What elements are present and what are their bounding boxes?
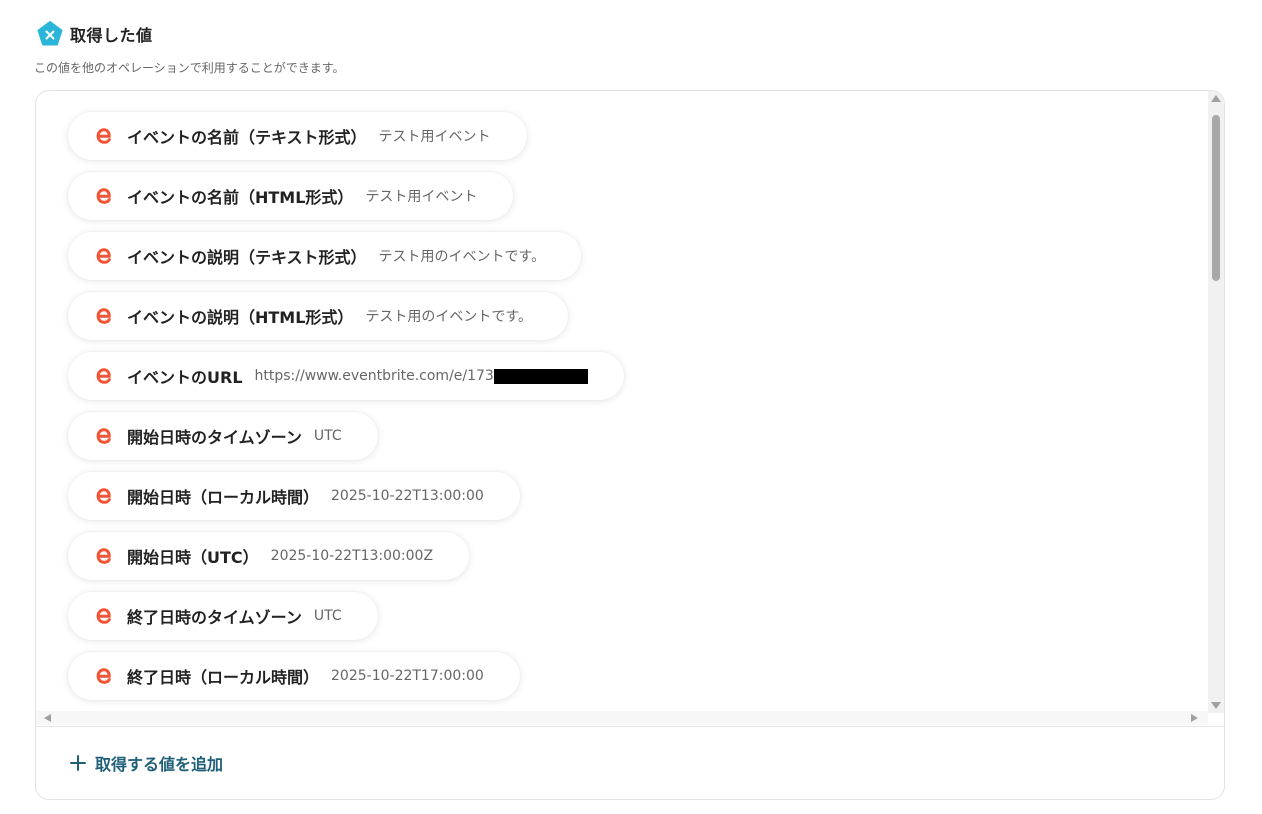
vertical-scrollbar[interactable] xyxy=(1208,91,1224,713)
values-panel: イベントの名前（テキスト形式） テスト用イベント イベントの名前（HTML形式）… xyxy=(35,90,1225,800)
value-chip-event-description-text[interactable]: イベントの説明（テキスト形式） テスト用のイベントです。 xyxy=(68,232,582,280)
value-chip-start-local[interactable]: 開始日時（ローカル時間） 2025-10-22T13:00:00 xyxy=(68,472,520,520)
scroll-up-arrow-icon[interactable] xyxy=(1211,95,1221,102)
value-text: 2025-10-22T13:00:00 xyxy=(331,488,484,504)
value-text: テスト用のイベントです。 xyxy=(365,309,533,325)
value-text: 2025-10-22T17:00:00 xyxy=(331,668,484,684)
plus-icon xyxy=(70,755,86,771)
scroll-right-arrow-icon[interactable] xyxy=(1191,714,1198,722)
value-label: イベントの説明（HTML形式） xyxy=(127,308,354,327)
value-label: イベントの名前（HTML形式） xyxy=(127,188,354,207)
section-subtitle: この値を他のオペレーションで利用することができます。 xyxy=(34,61,345,75)
value-label: イベントの名前（テキスト形式） xyxy=(127,128,367,147)
value-label: 終了日時（ローカル時間） xyxy=(127,668,320,687)
panel-divider xyxy=(36,726,1224,727)
value-text: 2025-10-22T13:00:00Z xyxy=(270,548,434,564)
value-label: 終了日時のタイムゾーン xyxy=(127,608,302,627)
eventbrite-e-icon xyxy=(96,608,111,624)
value-text: https://www.eventbrite.com/e/173 xyxy=(254,368,494,384)
eventbrite-e-icon xyxy=(96,548,111,564)
add-value-label: 取得する値を追加 xyxy=(95,755,224,774)
value-chip-start-timezone[interactable]: 開始日時のタイムゾーン UTC xyxy=(68,412,378,460)
value-text: テスト用イベント xyxy=(365,189,478,205)
redaction-block xyxy=(493,368,588,384)
value-text: テスト用イベント xyxy=(378,129,491,145)
eventbrite-e-icon xyxy=(96,248,111,264)
section-header: 取得した値 xyxy=(36,20,153,48)
value-label: イベントのURL xyxy=(127,368,243,387)
add-value-button[interactable]: 取得する値を追加 xyxy=(70,751,223,775)
value-chip-end-local[interactable]: 終了日時（ローカル時間） 2025-10-22T17:00:00 xyxy=(68,652,520,700)
value-chip-start-utc[interactable]: 開始日時（UTC） 2025-10-22T13:00:00Z xyxy=(68,532,470,580)
value-chip-event-name-text[interactable]: イベントの名前（テキスト形式） テスト用イベント xyxy=(68,112,527,160)
section-title: 取得した値 xyxy=(70,26,153,45)
scroll-left-arrow-icon[interactable] xyxy=(44,714,51,722)
value-label: 開始日時（UTC） xyxy=(127,548,259,567)
eventbrite-e-icon xyxy=(96,668,111,684)
value-text: テスト用のイベントです。 xyxy=(378,249,546,265)
eventbrite-e-icon xyxy=(96,128,111,144)
scroll-down-arrow-icon[interactable] xyxy=(1211,702,1221,709)
value-chip-event-description-html[interactable]: イベントの説明（HTML形式） テスト用のイベントです。 xyxy=(68,292,569,340)
vertical-scroll-thumb[interactable] xyxy=(1212,115,1220,281)
value-text: UTC xyxy=(313,608,342,624)
eventbrite-e-icon xyxy=(96,368,111,384)
value-text: UTC xyxy=(313,428,342,444)
eventbrite-e-icon xyxy=(96,188,111,204)
value-chip-end-timezone[interactable]: 終了日時のタイムゾーン UTC xyxy=(68,592,378,640)
value-label: イベントの説明（テキスト形式） xyxy=(127,248,367,267)
value-chip-event-url[interactable]: イベントのURL https://www.eventbrite.com/e/17… xyxy=(68,352,624,400)
eventbrite-e-icon xyxy=(96,428,111,444)
value-label: 開始日時（ローカル時間） xyxy=(127,488,320,507)
eventbrite-e-icon xyxy=(96,308,111,324)
eventbrite-e-icon xyxy=(96,488,111,504)
horizontal-scrollbar[interactable] xyxy=(36,711,1208,725)
value-chip-event-name-html[interactable]: イベントの名前（HTML形式） テスト用イベント xyxy=(68,172,514,220)
value-label: 開始日時のタイムゾーン xyxy=(127,428,302,447)
values-scroll-area: イベントの名前（テキスト形式） テスト用イベント イベントの名前（HTML形式）… xyxy=(36,91,1224,725)
pentagon-x-icon xyxy=(37,21,63,46)
